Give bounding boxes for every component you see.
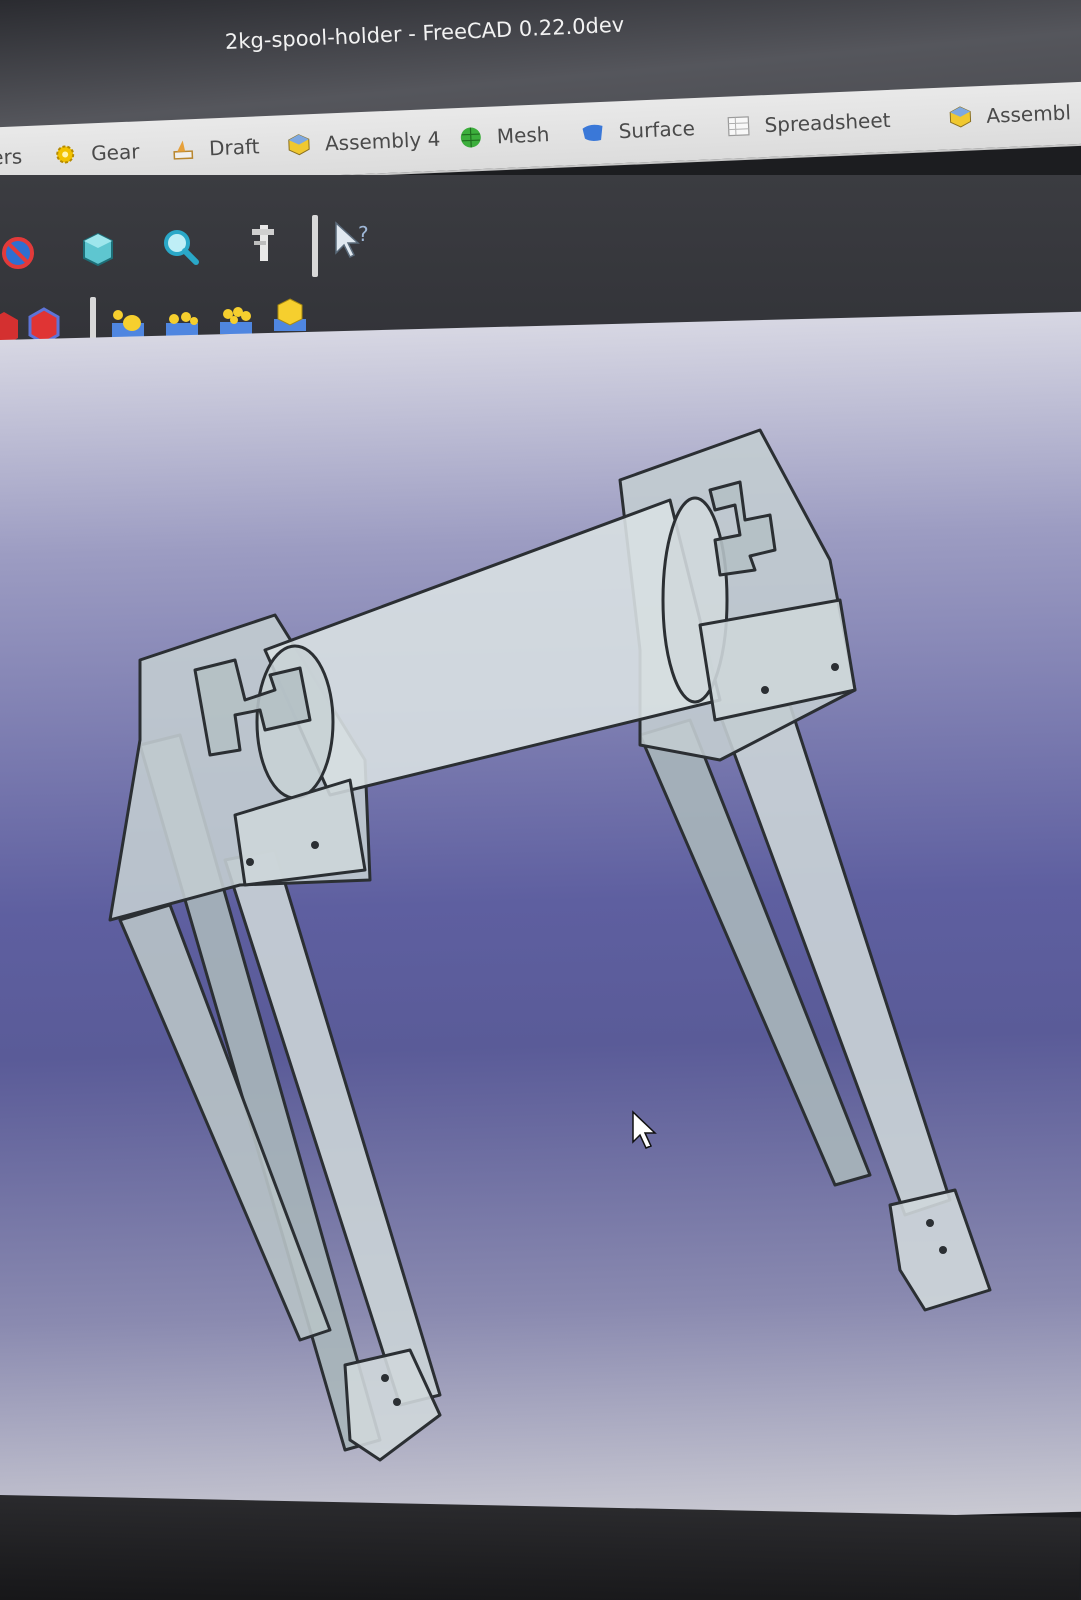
assembly4-icon <box>288 134 310 156</box>
mesh-icon <box>460 127 481 148</box>
freecad-screen: 2kg-spool-holder - FreeCAD 0.22.0dev ers… <box>0 0 1081 1600</box>
tab-assembly[interactable]: Assembl <box>948 100 1071 129</box>
no-entry-icon[interactable] <box>0 233 40 273</box>
tab-spreadsheet[interactable]: Spreadsheet <box>726 108 891 139</box>
assembly-icon <box>949 106 972 128</box>
tab-surface[interactable]: Surface <box>580 116 695 145</box>
screw-hole <box>831 663 839 671</box>
spreadsheet-icon <box>727 116 750 137</box>
spool-holder-model[interactable] <box>0 340 1081 1500</box>
measure-icon[interactable] <box>244 223 284 263</box>
surface-icon <box>582 124 603 141</box>
gear-icon <box>56 145 75 164</box>
foot-hole <box>926 1219 934 1227</box>
screw-hole <box>761 686 769 694</box>
tab-draft[interactable]: Draft <box>171 134 260 162</box>
tab-assembly-4[interactable]: Assembly 4 <box>286 127 441 157</box>
foot-hole <box>393 1398 401 1406</box>
mouse-cursor-icon <box>632 1110 657 1149</box>
whats-this-icon[interactable]: ? <box>332 219 372 259</box>
toolbar-separator <box>312 215 318 277</box>
screw-hole <box>311 841 319 849</box>
window-title: 2kg-spool-holder - FreeCAD 0.22.0dev <box>224 12 625 54</box>
foot-hole <box>939 1246 947 1254</box>
tab-partial[interactable]: ers <box>0 144 23 169</box>
tab-gear[interactable]: Gear <box>53 139 140 167</box>
view-box-icon[interactable] <box>78 230 118 270</box>
zoom-icon[interactable] <box>160 227 200 267</box>
draft-icon <box>173 140 194 160</box>
foot-hole <box>381 1374 389 1382</box>
tab-mesh[interactable]: Mesh <box>458 122 550 150</box>
svg-text:?: ? <box>358 222 369 246</box>
screw-hole <box>246 858 254 866</box>
assembly-fasteners-icon[interactable] <box>270 297 310 337</box>
